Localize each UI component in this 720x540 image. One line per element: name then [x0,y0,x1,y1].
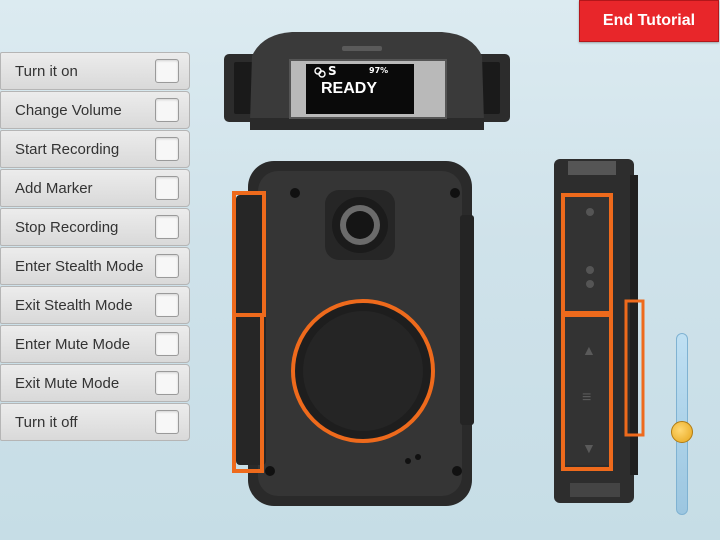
volume-slider-knob[interactable] [671,421,693,443]
task-label: Turn it off [15,413,78,431]
task-label: Enter Stealth Mode [15,257,144,275]
battery-readout: 97% [369,66,389,75]
screen-status-letter: S [328,64,337,78]
volume-down-icon[interactable]: ▼ [582,440,596,456]
task-checkbox[interactable] [155,176,179,200]
task-checkbox[interactable] [155,215,179,239]
task-item-enter-mute[interactable]: Enter Mute Mode [0,325,190,363]
task-item-start-recording[interactable]: Start Recording [0,130,190,168]
camera-top-view [224,32,510,130]
task-checkbox[interactable] [155,254,179,278]
end-tutorial-button[interactable]: End Tutorial [579,0,719,42]
task-label: Change Volume [15,101,122,119]
camera-side-view [554,159,645,503]
task-label: Exit Stealth Mode [15,296,133,314]
task-label: Turn it on [15,62,78,80]
task-checkbox[interactable] [155,98,179,122]
task-item-stop-recording[interactable]: Stop Recording [0,208,190,246]
side-stealth-button-bottom[interactable] [586,280,594,288]
task-item-add-marker[interactable]: Add Marker [0,169,190,207]
task-item-enter-stealth[interactable]: Enter Stealth Mode [0,247,190,285]
task-label: Add Marker [15,179,93,197]
task-checkbox[interactable] [155,410,179,434]
screen-status-text-label: READY [321,80,378,97]
task-item-turn-off[interactable]: Turn it off [0,403,190,441]
task-label: Exit Mute Mode [15,374,120,392]
camera-front-view [232,161,474,506]
side-marker-button[interactable] [586,208,594,216]
task-checkbox[interactable] [155,332,179,356]
task-label: Enter Mute Mode [15,335,131,353]
side-stealth-button-top[interactable] [586,266,594,274]
task-checkbox[interactable] [155,59,179,83]
task-label: Start Recording [15,140,120,158]
screen-status-text: READY [318,80,377,98]
task-item-turn-on[interactable]: Turn it on [0,52,190,90]
menu-icon[interactable]: ≡ [582,389,591,407]
task-checkbox[interactable] [155,293,179,317]
task-item-exit-stealth[interactable]: Exit Stealth Mode [0,286,190,324]
volume-up-icon[interactable]: ▲ [582,342,596,358]
task-checkbox[interactable] [155,137,179,161]
task-label: Stop Recording [15,218,119,236]
task-item-exit-mute[interactable]: Exit Mute Mode [0,364,190,402]
task-checkbox[interactable] [155,371,179,395]
task-item-change-volume[interactable]: Change Volume [0,91,190,129]
